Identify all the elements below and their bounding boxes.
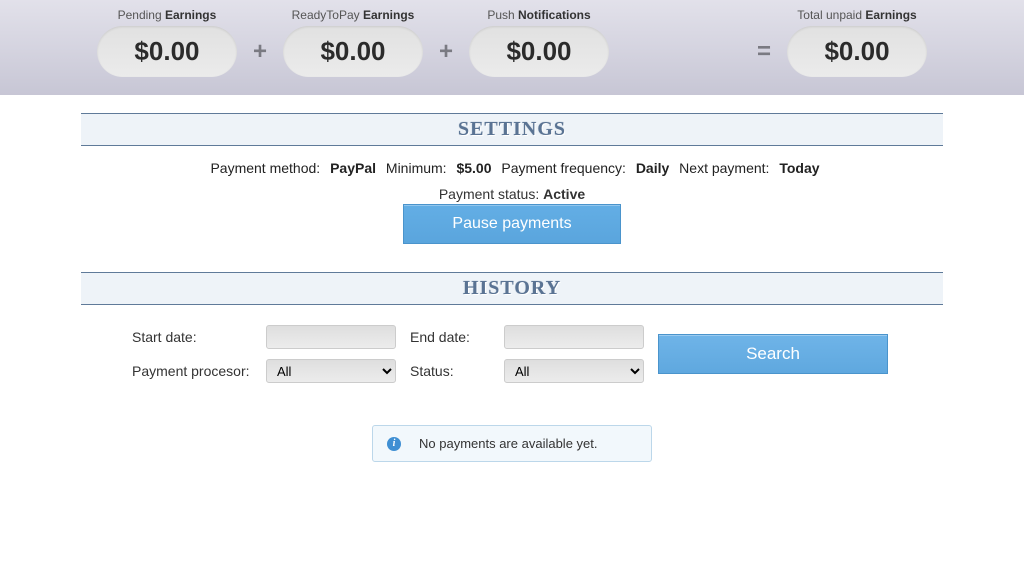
settings-summary-row: Payment method: PayPal Minimum: $5.00 Pa… (81, 160, 943, 176)
payment-status-label: Payment status: (439, 186, 539, 202)
payment-processor-select[interactable]: All (266, 359, 396, 383)
history-title: HISTORY (81, 272, 943, 305)
status-filter-select[interactable]: All (504, 359, 644, 383)
minimum-label: Minimum: (386, 160, 447, 176)
search-button[interactable]: Search (658, 334, 888, 374)
plus-symbol: + (435, 38, 457, 66)
next-payment-value: Today (779, 160, 819, 176)
payment-status-value: Active (543, 186, 585, 202)
pending-earnings-value: $0.00 (97, 26, 237, 77)
end-date-label: End date: (410, 329, 490, 345)
no-payments-message: No payments are available yet. (419, 436, 597, 451)
no-payments-info-box: i No payments are available yet. (372, 425, 652, 462)
info-icon: i (387, 437, 401, 451)
equals-symbol: = (753, 38, 775, 66)
start-date-input[interactable] (266, 325, 396, 349)
payment-processor-label: Payment procesor: (132, 363, 252, 379)
frequency-label: Payment frequency: (501, 160, 626, 176)
payment-method-value: PayPal (330, 160, 376, 176)
ready-earnings-label: ReadyToPay Earnings (292, 8, 415, 22)
next-payment-label: Next payment: (679, 160, 769, 176)
minimum-value: $5.00 (456, 160, 491, 176)
history-filter-form: Start date: End date: Search Payment pro… (132, 325, 892, 383)
payment-status-row: Payment status: Active (81, 186, 943, 202)
settings-title: SETTINGS (81, 113, 943, 146)
push-notifications-label: Push Notifications (487, 8, 590, 22)
payment-method-label: Payment method: (210, 160, 320, 176)
frequency-value: Daily (636, 160, 669, 176)
status-filter-label: Status: (410, 363, 490, 379)
total-earnings-block: Total unpaid Earnings $0.00 (787, 8, 927, 77)
pause-payments-button[interactable]: Pause payments (403, 204, 620, 244)
pending-earnings-block: Pending Earnings $0.00 (97, 8, 237, 77)
plus-symbol: + (249, 38, 271, 66)
ready-earnings-value: $0.00 (283, 26, 423, 77)
total-earnings-label: Total unpaid Earnings (797, 8, 916, 22)
end-date-input[interactable] (504, 325, 644, 349)
total-earnings-value: $0.00 (787, 26, 927, 77)
pending-earnings-label: Pending Earnings (118, 8, 217, 22)
ready-earnings-block: ReadyToPay Earnings $0.00 (283, 8, 423, 77)
push-notifications-block: Push Notifications $0.00 (469, 8, 609, 77)
start-date-label: Start date: (132, 329, 252, 345)
push-notifications-value: $0.00 (469, 26, 609, 77)
earnings-header: Pending Earnings $0.00 + ReadyToPay Earn… (0, 0, 1024, 95)
